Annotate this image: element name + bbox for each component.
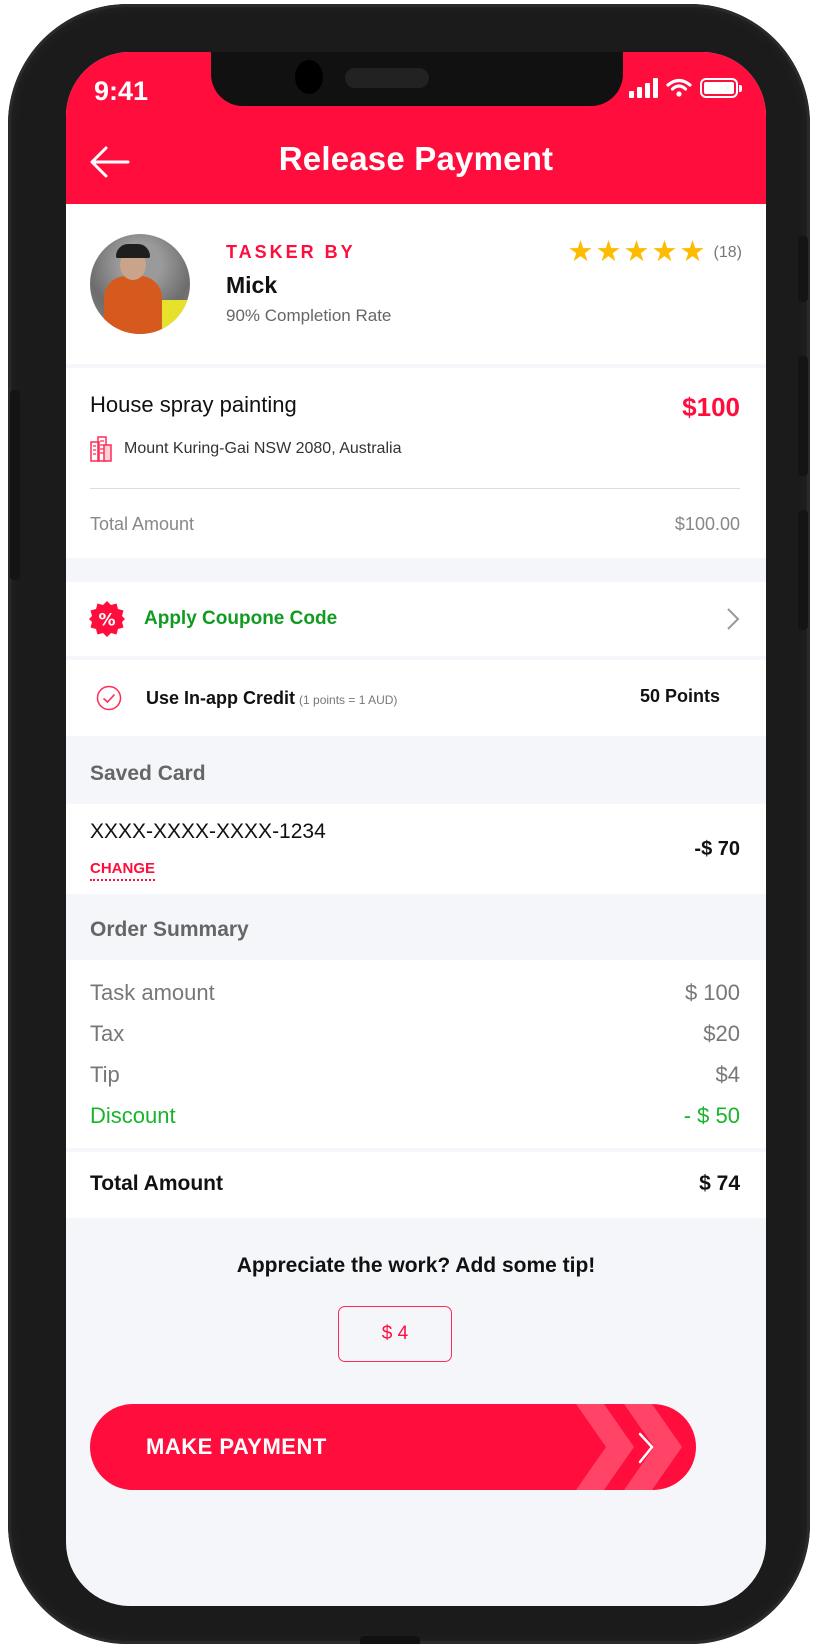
in-app-credit-text: Use In-app Credit: [146, 687, 296, 708]
side-button-middle: [798, 356, 808, 476]
star-icon: ★: [623, 236, 650, 268]
bottom-port: [360, 1636, 420, 1644]
total-amount-row: Total Amount $ 74: [66, 1152, 766, 1218]
tip-prompt: Appreciate the work? Add some tip!: [236, 1254, 596, 1277]
total-amount-value: $ 74: [699, 1172, 740, 1195]
apply-coupon-label: Apply Coupone Code: [144, 608, 338, 629]
tip-input[interactable]: $ 4: [338, 1306, 452, 1362]
task-location-text: Mount Kuring-Gai NSW 2080, Australia: [124, 440, 402, 457]
tasker-name: Mick: [226, 272, 278, 298]
summary-label: Tax: [90, 1021, 125, 1046]
chevrons-decoration-icon: [576, 1404, 682, 1490]
saved-card-row: XXXX-XXXX-XXXX-1234 CHANGE -$ 70: [66, 804, 766, 894]
task-name: House spray painting: [90, 392, 297, 417]
side-button-bottom: [798, 510, 808, 630]
signal-icon: [629, 78, 658, 98]
total-amount-label: Total Amount: [90, 1172, 223, 1195]
make-payment-label: MAKE PAYMENT: [146, 1434, 327, 1459]
star-icon: ★: [679, 236, 706, 268]
apply-coupon-row[interactable]: % Apply Coupone Code: [66, 582, 766, 656]
rating-stars: ★ ★ ★ ★ ★ (18): [568, 238, 742, 267]
status-time: 9:41: [94, 76, 149, 106]
in-app-credit-label: Use In-app Credit (1 points = 1 AUD): [146, 688, 397, 709]
saved-card-heading: Saved Card: [90, 762, 206, 785]
task-total-label: Total Amount: [90, 514, 195, 534]
volume-button: [10, 390, 20, 580]
task-price: $100: [682, 392, 740, 422]
avatar[interactable]: [90, 234, 190, 334]
speaker-icon: [345, 68, 429, 88]
summary-value: $4: [715, 1062, 740, 1087]
notch: [211, 52, 623, 106]
task-location: Mount Kuring-Gai NSW 2080, Australia: [90, 436, 401, 462]
card-number: XXXX-XXXX-XXXX-1234: [90, 820, 326, 843]
check-circle-icon[interactable]: [96, 685, 122, 711]
camera-icon: [295, 60, 323, 94]
phone-frame: 9:41 Release Payment TASKER BY Mick 90% …: [8, 4, 810, 1644]
wifi-icon: [666, 78, 692, 97]
credit-conversion: (1 points = 1 AUD): [299, 692, 398, 707]
task-card: House spray painting $100 Mount Kuring-G…: [66, 368, 766, 558]
star-icon: ★: [595, 236, 622, 268]
summary-label: Tip: [90, 1062, 120, 1087]
discount-badge-icon: %: [89, 601, 125, 637]
make-payment-button[interactable]: MAKE PAYMENT: [90, 1404, 696, 1490]
order-summary: Task amount $ 100 Tax $20 Tip $4 Discoun…: [66, 960, 766, 1148]
change-card-link[interactable]: CHANGE: [90, 860, 156, 881]
screen: 9:41 Release Payment TASKER BY Mick 90% …: [66, 52, 766, 1606]
status-icons: [629, 78, 742, 98]
credit-points: 50 Points: [639, 686, 720, 706]
summary-row-task-amount: Task amount $ 100: [90, 980, 740, 1006]
summary-row-tax: Tax $20: [90, 1021, 740, 1047]
chevron-right-icon: [727, 608, 740, 630]
divider: [90, 488, 740, 489]
in-app-credit-row[interactable]: Use In-app Credit (1 points = 1 AUD) 50 P…: [66, 660, 766, 736]
summary-label: Discount: [90, 1103, 176, 1128]
task-total-value: $100.00: [674, 514, 740, 534]
star-icon: ★: [651, 236, 678, 268]
summary-label: Task amount: [90, 980, 215, 1005]
app-header: 9:41 Release Payment: [66, 52, 766, 212]
star-icon: ★: [567, 236, 594, 268]
summary-row-tip: Tip $4: [90, 1062, 740, 1088]
summary-row-discount: Discount - $ 50: [90, 1103, 740, 1129]
review-count: (18): [713, 243, 742, 261]
side-button-top: [798, 236, 808, 302]
tasker-card: TASKER BY Mick 90% Completion Rate ★ ★ ★…: [66, 204, 766, 364]
page-title: Release Payment: [278, 140, 554, 177]
tasker-label: TASKER BY: [226, 242, 356, 262]
building-icon: [90, 436, 112, 462]
summary-value: $ 100: [684, 980, 740, 1005]
order-summary-heading: Order Summary: [90, 918, 249, 941]
svg-text:%: %: [98, 611, 115, 631]
summary-value: $20: [703, 1021, 740, 1046]
completion-rate: 90% Completion Rate: [226, 306, 392, 325]
summary-value: - $ 50: [683, 1103, 740, 1128]
battery-icon: [700, 78, 742, 98]
card-amount: -$ 70: [694, 838, 740, 860]
